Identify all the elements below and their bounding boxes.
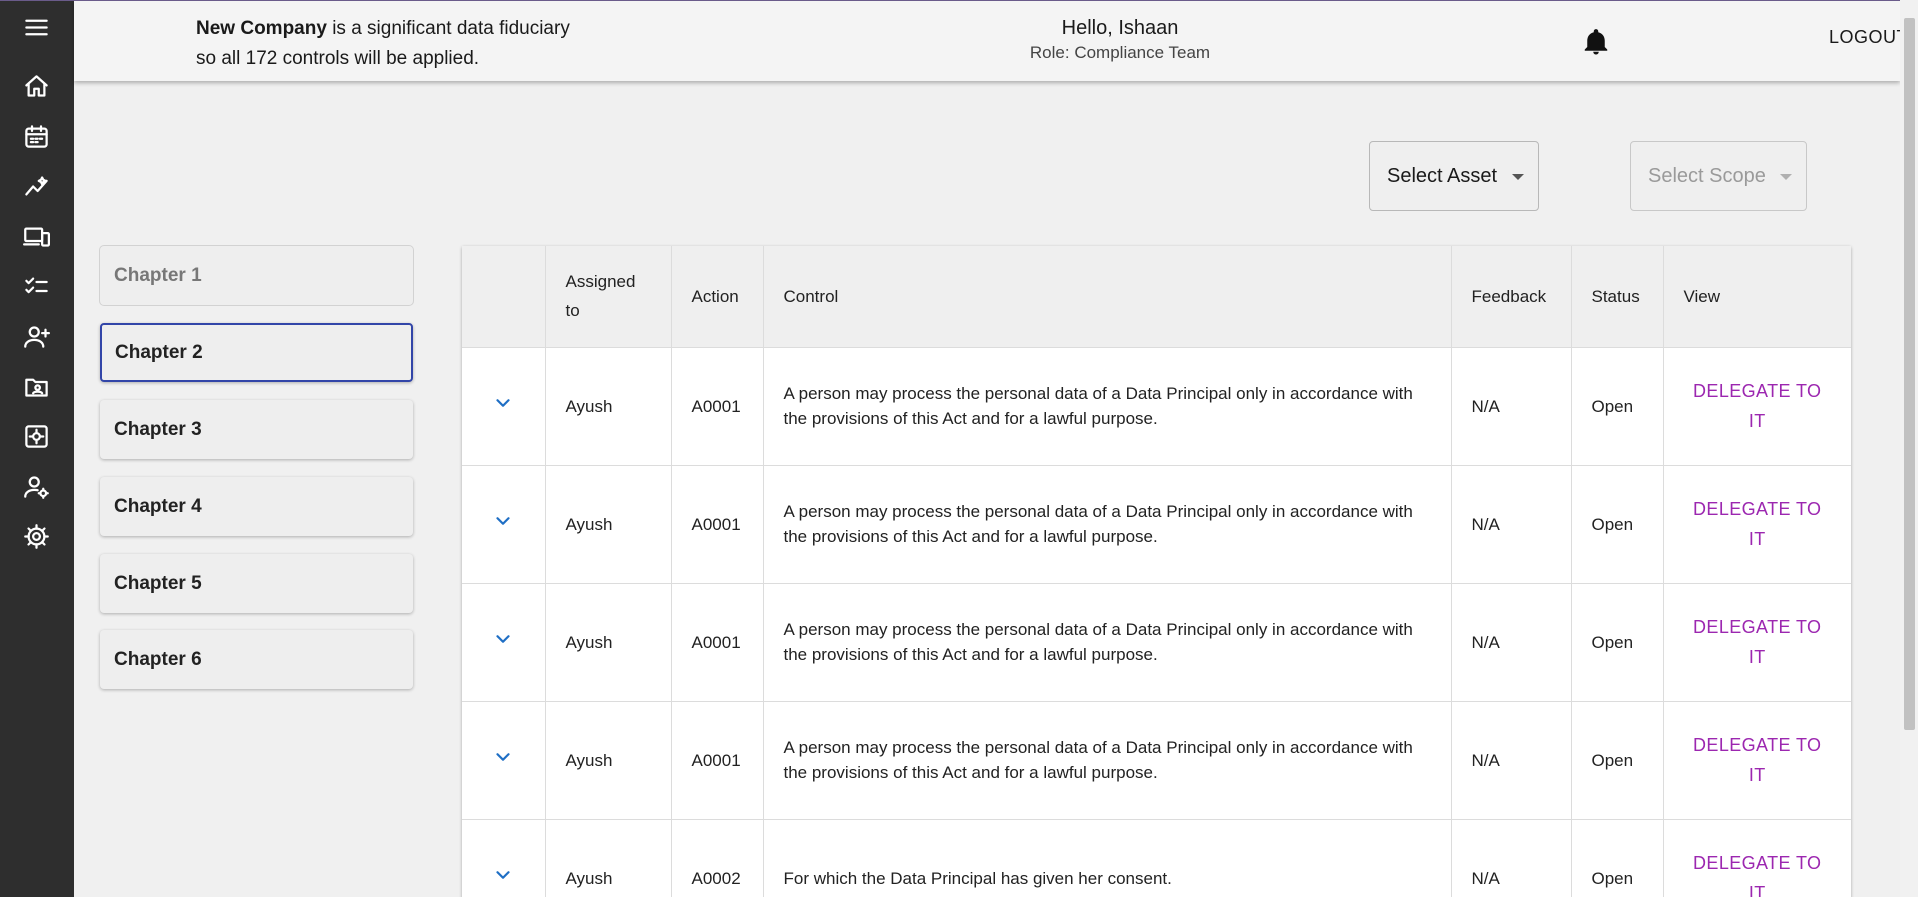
table-row: Ayush A0001 A person may process the per…: [462, 583, 1851, 702]
expand-cell: [462, 583, 546, 702]
cell-status: Open: [1571, 583, 1664, 702]
company-msg-text: is a significant data fiduciary: [326, 18, 570, 39]
settings-box-icon[interactable]: [19, 419, 53, 453]
bell-icon[interactable]: [1581, 27, 1611, 57]
cell-feedback: N/A: [1451, 819, 1572, 897]
delegate-to-it-button[interactable]: DELEGATE TO IT: [1684, 494, 1832, 554]
delegate-to-it-button[interactable]: DELEGATE TO IT: [1684, 376, 1832, 436]
cell-action: A0001: [671, 701, 764, 820]
expand-cell: [462, 819, 546, 897]
user-role: Role: Compliance Team: [1029, 43, 1211, 62]
table-row: Ayush A0001 A person may process the per…: [462, 465, 1851, 584]
cell-assigned: Ayush: [545, 583, 672, 702]
chevron-down-icon: [1512, 174, 1524, 180]
header-view: View: [1663, 246, 1851, 348]
chapter-item-3[interactable]: Chapter 3: [100, 400, 413, 459]
cell-view: DELEGATE TO IT: [1663, 347, 1851, 466]
table-header-row: Assigned to Action Control Feedback Stat…: [462, 246, 1851, 348]
add-user-icon[interactable]: [19, 319, 53, 353]
scrollbar-thumb[interactable]: [1904, 18, 1915, 730]
cell-feedback: N/A: [1451, 701, 1572, 820]
cell-control: A person may process the personal data o…: [763, 347, 1452, 466]
chevron-down-icon: [1780, 174, 1792, 180]
select-scope-dropdown[interactable]: Select Scope: [1630, 141, 1807, 211]
company-status-message: New Company is a significant data fiduci…: [196, 14, 636, 74]
cell-action: A0001: [671, 465, 764, 584]
cell-control: A person may process the personal data o…: [763, 583, 1452, 702]
expand-chevron-icon[interactable]: [492, 746, 514, 775]
devices-icon[interactable]: [19, 219, 53, 253]
cell-action: A0001: [671, 347, 764, 466]
cell-control: For which the Data Principal has given h…: [763, 819, 1452, 897]
cell-feedback: N/A: [1451, 583, 1572, 702]
expand-chevron-icon[interactable]: [492, 510, 514, 539]
gear-icon[interactable]: [19, 519, 53, 553]
header-action: Action: [671, 246, 764, 348]
company-msg-line2: so all 172 controls will be applied.: [196, 48, 480, 69]
greeting-text: Hello, Ishaan: [1061, 17, 1179, 39]
expand-cell: [462, 347, 546, 466]
chapter-item-5[interactable]: Chapter 5: [100, 554, 413, 613]
cell-view: DELEGATE TO IT: [1663, 465, 1851, 584]
chapter-item-2[interactable]: Chapter 2: [100, 323, 413, 382]
cell-assigned: Ayush: [545, 819, 672, 897]
logout-button[interactable]: LOGOUT: [1829, 27, 1908, 48]
side-nav-rail: [0, 0, 74, 897]
cell-control: A person may process the personal data o…: [763, 465, 1452, 584]
page-scrollbar[interactable]: [1900, 0, 1918, 897]
user-greeting: Hello, Ishaan Role: Compliance Team: [910, 15, 1330, 65]
cell-control: A person may process the personal data o…: [763, 701, 1452, 820]
cell-feedback: N/A: [1451, 347, 1572, 466]
cell-status: Open: [1571, 701, 1664, 820]
cell-status: Open: [1571, 465, 1664, 584]
cell-view: DELEGATE TO IT: [1663, 583, 1851, 702]
menu-icon[interactable]: [19, 10, 53, 44]
home-icon[interactable]: [19, 69, 53, 103]
controls-table: Assigned to Action Control Feedback Stat…: [462, 246, 1851, 897]
chapter-item-4[interactable]: Chapter 4: [100, 477, 413, 536]
top-app-bar: New Company is a significant data fiduci…: [74, 0, 1908, 81]
header-expand: [462, 246, 546, 348]
select-asset-dropdown[interactable]: Select Asset: [1369, 141, 1539, 211]
select-scope-label: Select Scope: [1648, 164, 1766, 187]
chapter-item-1[interactable]: Chapter 1: [100, 246, 413, 305]
analytics-icon[interactable]: [19, 169, 53, 203]
cell-feedback: N/A: [1451, 465, 1572, 584]
select-asset-label: Select Asset: [1387, 164, 1498, 187]
expand-chevron-icon[interactable]: [492, 628, 514, 657]
company-name: New Company: [196, 18, 327, 39]
cell-assigned: Ayush: [545, 347, 672, 466]
user-settings-icon[interactable]: [19, 469, 53, 503]
header-status: Status: [1571, 246, 1664, 348]
cell-status: Open: [1571, 347, 1664, 466]
cell-action: A0002: [671, 819, 764, 897]
cell-view: DELEGATE TO IT: [1663, 819, 1851, 897]
expand-chevron-icon[interactable]: [492, 392, 514, 421]
expand-cell: [462, 465, 546, 584]
delegate-to-it-button[interactable]: DELEGATE TO IT: [1684, 612, 1832, 672]
delegate-to-it-button[interactable]: DELEGATE TO IT: [1684, 848, 1832, 897]
cell-view: DELEGATE TO IT: [1663, 701, 1851, 820]
expand-cell: [462, 701, 546, 820]
cell-action: A0001: [671, 583, 764, 702]
table-row: Ayush A0002 For which the Data Principal…: [462, 819, 1851, 897]
table-row: Ayush A0001 A person may process the per…: [462, 701, 1851, 820]
folder-user-icon[interactable]: [19, 369, 53, 403]
header-feedback: Feedback: [1451, 246, 1572, 348]
header-assigned-to: Assigned to: [545, 246, 672, 348]
cell-assigned: Ayush: [545, 465, 672, 584]
chapter-item-6[interactable]: Chapter 6: [100, 630, 413, 689]
cell-status: Open: [1571, 819, 1664, 897]
table-row: Ayush A0001 A person may process the per…: [462, 347, 1851, 466]
calendar-icon[interactable]: [19, 119, 53, 153]
delegate-to-it-button[interactable]: DELEGATE TO IT: [1684, 730, 1832, 790]
cell-assigned: Ayush: [545, 701, 672, 820]
header-control: Control: [763, 246, 1452, 348]
checklist-icon[interactable]: [19, 269, 53, 303]
expand-chevron-icon[interactable]: [492, 864, 514, 893]
